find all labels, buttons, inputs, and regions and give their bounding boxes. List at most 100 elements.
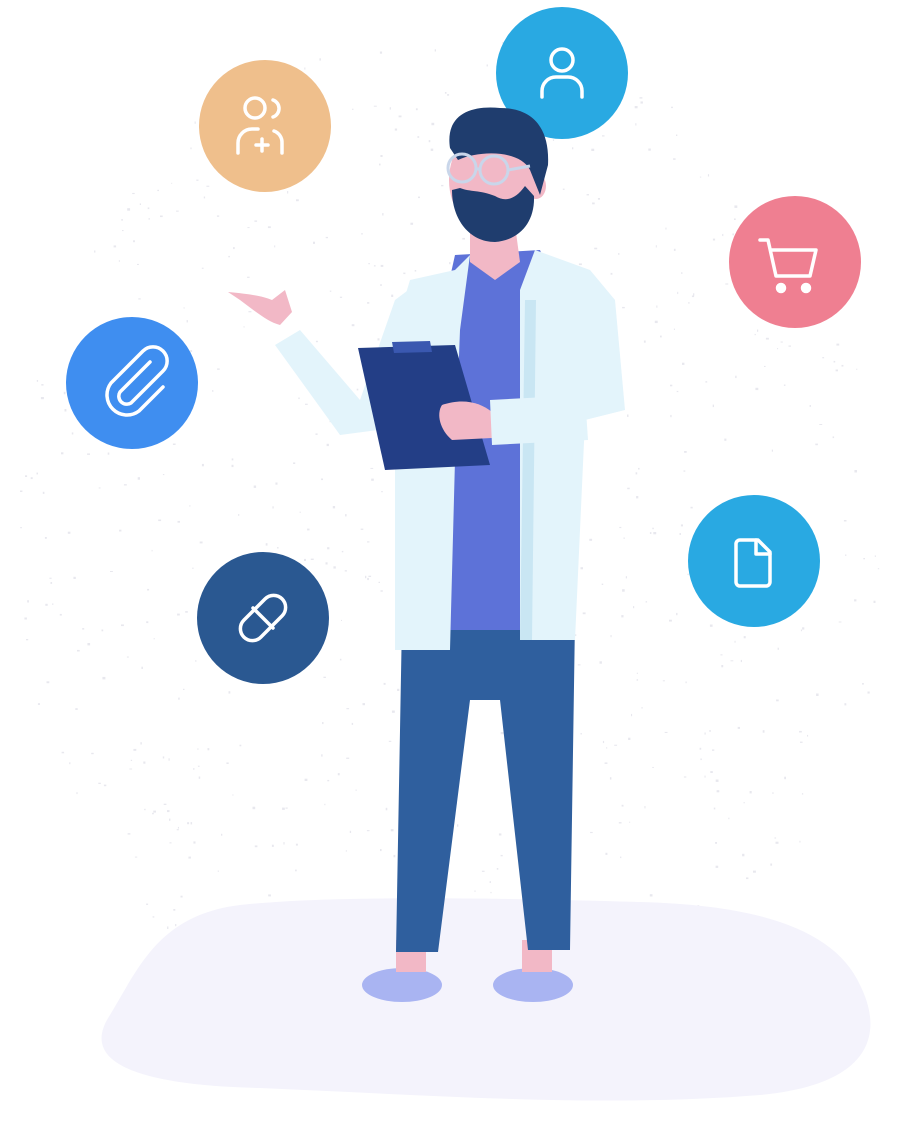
- speckle: [177, 826, 179, 829]
- speckle: [378, 581, 380, 583]
- speckle: [410, 222, 414, 225]
- speckle: [749, 791, 752, 794]
- speckle: [715, 842, 717, 844]
- speckle: [175, 924, 177, 927]
- speckle: [339, 296, 343, 298]
- speckle: [629, 821, 631, 823]
- speckle: [349, 830, 352, 833]
- speckle: [321, 478, 323, 481]
- speckle: [388, 740, 392, 742]
- speckle: [704, 775, 706, 778]
- speckle: [740, 659, 742, 663]
- speckle: [247, 276, 250, 278]
- speckle: [325, 236, 328, 239]
- speckle: [293, 462, 296, 464]
- speckle: [873, 600, 876, 603]
- raised-hand: [228, 290, 292, 325]
- speckle: [298, 397, 300, 400]
- speckle: [627, 487, 630, 490]
- speckle: [481, 870, 485, 872]
- speckle: [190, 350, 193, 352]
- left-shoe: [362, 968, 442, 1002]
- speckle: [457, 824, 459, 827]
- speckle: [800, 741, 803, 743]
- speckle: [835, 369, 838, 372]
- speckle: [377, 338, 380, 341]
- speckle: [27, 600, 29, 603]
- speckle: [673, 328, 675, 330]
- speckle: [110, 571, 113, 572]
- speckle: [167, 926, 169, 929]
- speckle: [449, 262, 451, 265]
- speckle: [724, 438, 727, 441]
- speckle: [765, 337, 769, 340]
- speckle: [777, 647, 779, 650]
- speckle: [735, 375, 737, 379]
- speckle: [772, 792, 774, 794]
- speckle: [690, 506, 693, 509]
- speckle: [310, 558, 314, 560]
- speckle: [162, 474, 165, 476]
- speckle: [589, 538, 593, 541]
- speckle: [601, 583, 604, 585]
- speckle: [254, 220, 258, 222]
- speckle: [206, 185, 210, 187]
- speckle: [815, 443, 818, 446]
- speckle: [444, 92, 447, 94]
- speckle: [133, 240, 135, 243]
- speckle: [323, 676, 326, 678]
- speckle: [212, 390, 214, 392]
- speckle: [594, 247, 598, 250]
- speckle: [709, 730, 711, 732]
- speckle: [352, 108, 354, 110]
- speckle: [676, 134, 678, 136]
- illustration: [20, 7, 880, 1101]
- speckle: [394, 128, 398, 131]
- add-users-badge: [199, 60, 331, 192]
- speckle: [874, 555, 876, 557]
- speckle: [683, 470, 686, 472]
- speckle: [676, 612, 678, 616]
- speckle: [346, 757, 350, 759]
- speckle: [25, 475, 28, 477]
- speckle: [833, 360, 836, 363]
- speckle: [41, 384, 44, 386]
- speckle: [46, 681, 50, 684]
- speckle: [217, 368, 220, 370]
- speckle: [199, 541, 203, 544]
- speckle: [652, 766, 654, 768]
- speckle: [862, 683, 864, 685]
- speckle: [619, 526, 622, 529]
- speckle: [253, 485, 257, 488]
- speckle: [623, 537, 625, 539]
- speckle: [160, 215, 163, 218]
- speckle: [52, 603, 54, 605]
- speckle: [73, 576, 76, 579]
- speckle: [636, 679, 639, 681]
- speckle: [680, 524, 683, 527]
- speckle: [762, 730, 765, 733]
- speckle: [360, 528, 364, 530]
- speckle: [283, 842, 285, 845]
- speckle: [743, 802, 745, 804]
- speckle: [638, 467, 640, 470]
- speckle: [162, 756, 165, 759]
- speckle: [49, 577, 52, 579]
- speckle: [628, 737, 631, 740]
- speckle: [843, 520, 847, 522]
- speckle: [715, 865, 719, 868]
- speckle: [832, 436, 835, 439]
- speckle: [602, 135, 605, 137]
- speckle: [337, 773, 340, 776]
- speckle: [285, 807, 288, 809]
- speckle: [315, 433, 318, 435]
- speckle: [140, 742, 142, 745]
- speckle: [713, 807, 716, 810]
- speckle: [157, 189, 159, 192]
- speckle: [127, 208, 131, 211]
- speckle: [602, 740, 605, 744]
- speckle: [126, 656, 129, 658]
- speckle: [716, 790, 720, 793]
- speckle: [271, 844, 274, 847]
- speckle: [305, 403, 308, 405]
